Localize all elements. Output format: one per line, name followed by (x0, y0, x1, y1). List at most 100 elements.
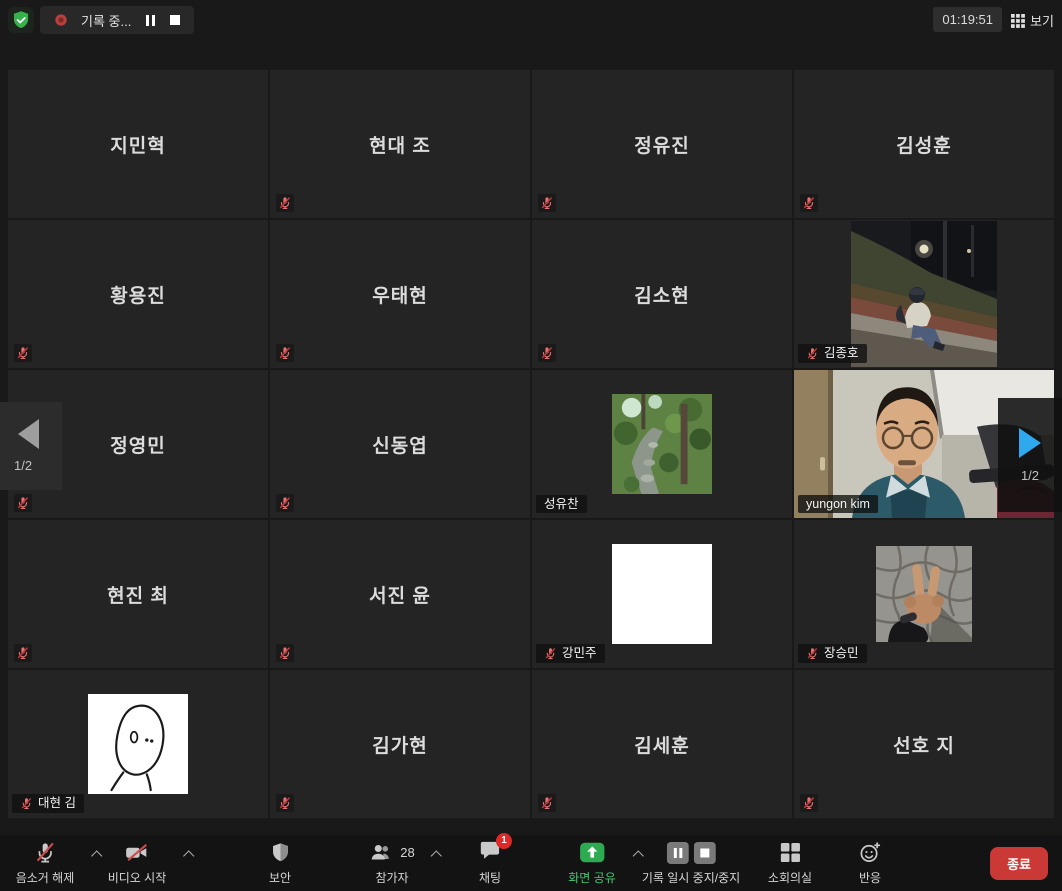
muted-mic-icon (538, 194, 556, 212)
reactions-smiley-icon (859, 841, 882, 864)
breakout-rooms-icon (779, 842, 800, 863)
tile-daehyunkim[interactable]: 대현 김 (8, 670, 268, 818)
audio-options-chevron[interactable] (91, 850, 102, 861)
participant-nametag: 성유찬 (536, 495, 587, 514)
participant-name: 현진 최 (8, 520, 268, 668)
tile-jeongyujin[interactable]: 정유진 (532, 70, 792, 218)
end-meeting-button[interactable]: 종료 (990, 847, 1048, 880)
participant-nametag: 김종호 (798, 344, 867, 363)
participant-name: 정유진 (532, 70, 792, 218)
tile-wootaehyun[interactable]: 우태현 (270, 220, 530, 368)
muted-mic-icon (276, 344, 294, 362)
security-button[interactable]: 보안 (269, 840, 291, 886)
tile-jiminhyeok[interactable]: 지민혁 (8, 70, 268, 218)
video-options-chevron[interactable] (183, 850, 194, 861)
muted-mic-icon (276, 194, 294, 212)
tile-seonhoji[interactable]: 선호 지 (794, 670, 1054, 818)
muted-mic-icon (33, 841, 56, 864)
muted-mic-icon (276, 644, 294, 662)
muted-mic-icon (806, 647, 819, 660)
participant-name: 김가현 (270, 670, 530, 818)
tile-kimsehun[interactable]: 김세훈 (532, 670, 792, 818)
participant-name: 황용진 (8, 220, 268, 368)
tile-kangminju[interactable]: 강민주 (532, 520, 792, 668)
zoom-meeting-window: 기록 중... 01:19:51 보기 지민혁 현대 조 (0, 0, 1062, 891)
recording-label: 기록 중... (81, 11, 131, 30)
recording-dot-icon (54, 13, 68, 27)
security-shield-button[interactable] (8, 7, 34, 33)
arrow-right-icon (1019, 428, 1041, 458)
participant-nametag: yungon kim (798, 495, 878, 514)
next-page-button[interactable]: 1/2 (998, 398, 1062, 512)
participant-name: 우태현 (270, 220, 530, 368)
night-street-photo (851, 221, 997, 367)
recording-controls-button[interactable]: 기록 일시 중지/중지 (642, 840, 740, 886)
tile-hwangyongjin[interactable]: 황용진 (8, 220, 268, 368)
shield-check-icon (11, 10, 31, 30)
muted-mic-icon (14, 344, 32, 362)
shield-icon (270, 841, 291, 864)
view-button[interactable]: 보기 (1011, 11, 1054, 30)
chat-unread-badge: 1 (496, 833, 512, 849)
participants-button[interactable]: 28 참가자 (369, 840, 414, 886)
white-square-avatar (612, 544, 712, 644)
pause-recording-icon[interactable] (666, 842, 688, 864)
muted-camera-icon (124, 841, 150, 864)
breakout-rooms-button[interactable]: 소회의실 (768, 840, 812, 886)
participant-name: 김성훈 (794, 70, 1054, 218)
meeting-toolbar: 음소거 해제 비디오 시작 보안 (0, 835, 1062, 891)
unmute-button[interactable]: 음소거 해제 (16, 840, 75, 886)
muted-mic-icon (800, 194, 818, 212)
participant-name: 현대 조 (270, 70, 530, 218)
muted-mic-icon (538, 344, 556, 362)
page-indicator: 1/2 (14, 458, 32, 473)
tile-kimjongho[interactable]: 김종호 (794, 220, 1054, 368)
participant-name: 신동엽 (270, 370, 530, 518)
arrow-left-icon (18, 419, 39, 449)
top-bar: 기록 중... 01:19:51 보기 (0, 0, 1062, 40)
hand-photo (876, 546, 972, 642)
reactions-button[interactable]: 반응 (859, 840, 882, 886)
muted-mic-icon (14, 494, 32, 512)
stop-recording-icon[interactable] (693, 842, 715, 864)
stop-recording-button[interactable] (170, 15, 180, 25)
doodle-face-drawing (88, 694, 188, 794)
tile-seojinyoon[interactable]: 서진 윤 (270, 520, 530, 668)
gallery-grid-icon (1011, 14, 1025, 28)
tile-seongyuchan[interactable]: 성유찬 (532, 370, 792, 518)
participants-options-chevron[interactable] (431, 850, 442, 861)
muted-mic-icon (806, 347, 819, 360)
participant-name: 선호 지 (794, 670, 1054, 818)
tile-kimsohyun[interactable]: 김소현 (532, 220, 792, 368)
meeting-timer: 01:19:51 (933, 7, 1002, 32)
chat-button[interactable]: 1 채팅 (479, 840, 501, 886)
share-screen-icon (578, 841, 606, 864)
page-indicator: 1/2 (1021, 468, 1039, 483)
participant-name: 지민혁 (8, 70, 268, 218)
participant-grid: 지민혁 현대 조 정유진 김성훈 황용진 우태현 김소현 (8, 70, 1054, 818)
tile-jangseungmin[interactable]: 장승민 (794, 520, 1054, 668)
pause-recording-button[interactable] (144, 13, 157, 28)
muted-mic-icon (544, 647, 557, 660)
tile-hyunjinchoi[interactable]: 현진 최 (8, 520, 268, 668)
tile-kimseonghun[interactable]: 김성훈 (794, 70, 1054, 218)
muted-mic-icon (800, 794, 818, 812)
participant-name: 김세훈 (532, 670, 792, 818)
participant-nametag: 대현 김 (12, 794, 84, 813)
muted-mic-icon (14, 644, 32, 662)
muted-mic-icon (276, 494, 294, 512)
view-label: 보기 (1030, 11, 1054, 30)
participants-icon (369, 842, 394, 864)
tile-hyundaejo[interactable]: 현대 조 (270, 70, 530, 218)
forest-path-photo (612, 394, 712, 494)
recording-indicator: 기록 중... (40, 6, 194, 34)
tile-kimgahyun[interactable]: 김가현 (270, 670, 530, 818)
muted-mic-icon (538, 794, 556, 812)
participants-count: 28 (400, 845, 414, 860)
participant-name: 서진 윤 (270, 520, 530, 668)
muted-mic-icon (276, 794, 294, 812)
previous-page-button[interactable]: 1/2 (0, 402, 62, 490)
start-video-button[interactable]: 비디오 시작 (108, 840, 167, 886)
share-screen-button[interactable]: 화면 공유 (568, 840, 616, 886)
tile-shindongyeop[interactable]: 신동엽 (270, 370, 530, 518)
